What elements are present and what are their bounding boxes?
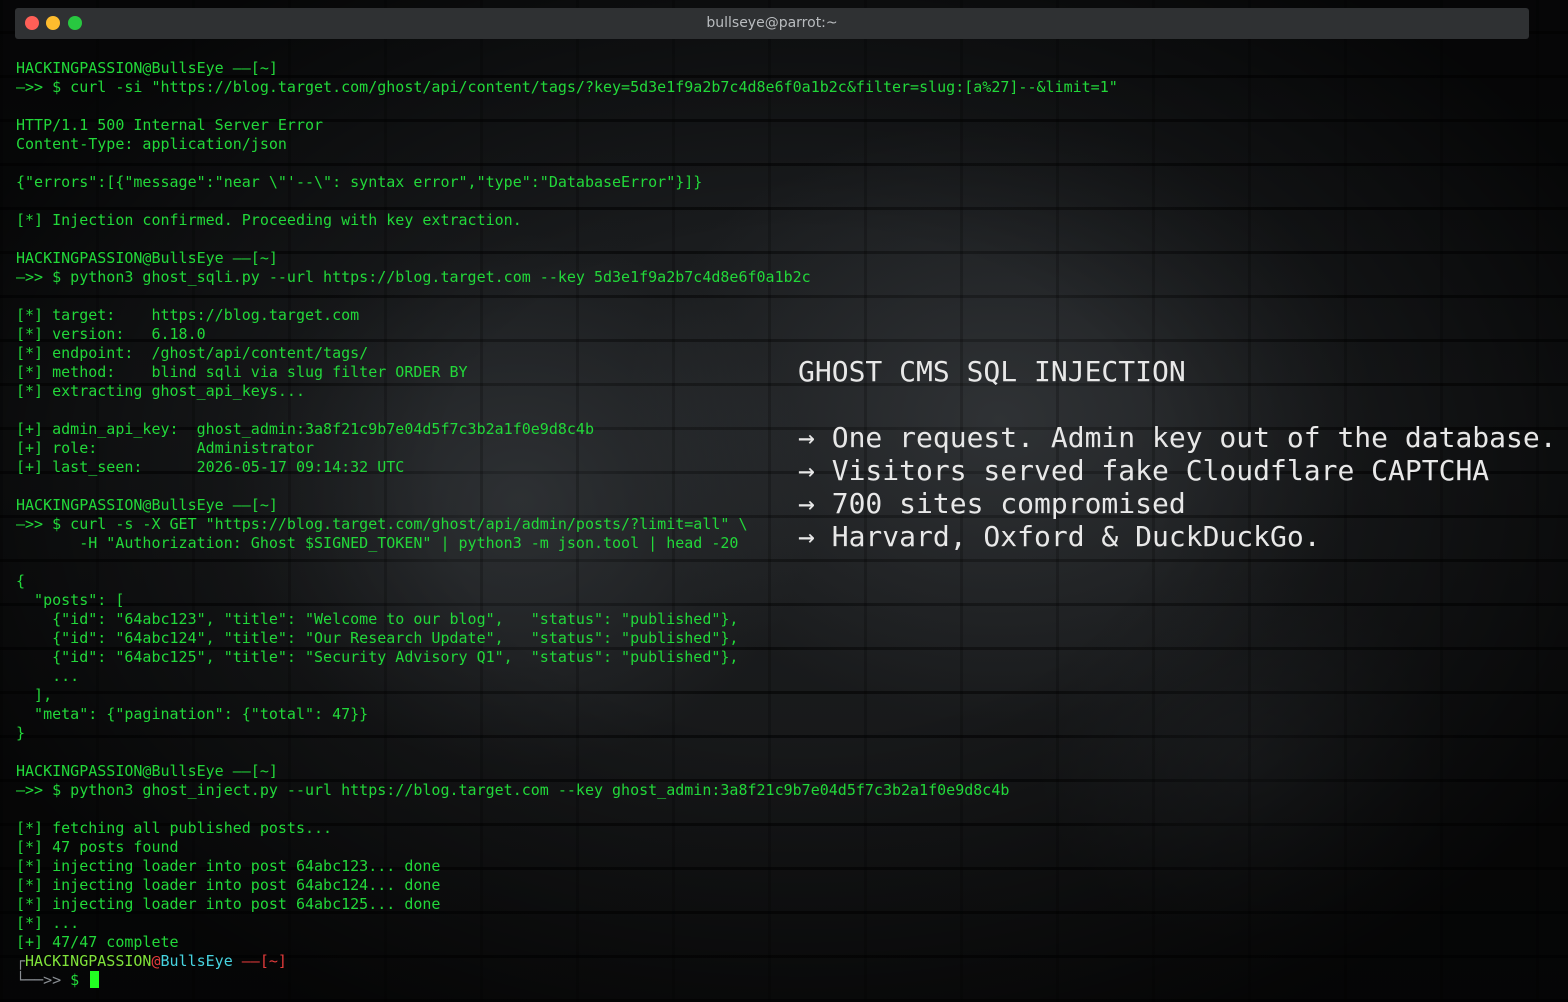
terminal-line: [*] injecting loader into post 64abc123.… [16,857,441,875]
prompt-dir: ——[~] [232,952,287,970]
prompt-host: BullsEye [160,952,233,970]
window-title: bullseye@parrot:~ [706,15,838,31]
terminal-line: "meta": {"pagination": {"total": 47}} [16,705,369,723]
overlay-headline: GHOST CMS SQL INJECTION [798,355,1186,388]
terminal-line: HTTP/1.1 500 Internal Server Error [16,116,324,134]
terminal-line: { [16,572,26,590]
terminal-line: —>> $ python3 ghost_inject.py --url http… [16,781,1010,799]
prompt-corner-top: ┌ [16,952,26,970]
terminal-line: HACKINGPASSION@BullsEye —–[~] [16,249,278,267]
terminal-line: {"errors":[{"message":"near \"'--\": syn… [16,173,703,191]
terminal-line: [*] version: 6.18.0 [16,325,206,343]
overlay-bullets: → One request. Admin key out of the data… [798,421,1557,553]
headline-overlay: GHOST CMS SQL INJECTION → One request. A… [798,355,1557,553]
terminal-line: [*] target: https://blog.target.com [16,306,360,324]
prompt-symbol: $ [61,971,89,989]
terminal-line: [*] ... [16,914,80,932]
terminal-cursor[interactable] [90,971,100,988]
final-prompt-line-2[interactable]: └──>> $ [16,971,1536,990]
prompt-at: @ [151,952,161,970]
overlay-bullet: → Visitors served fake Cloudflare CAPTCH… [798,454,1490,487]
terminal-line: —>> $ python3 ghost_sqli.py --url https:… [16,268,811,286]
terminal-line: —>> $ curl -si "https://blog.target.com/… [16,78,1118,96]
terminal-line: [*] Injection confirmed. Proceeding with… [16,211,522,229]
terminal-line: HACKINGPASSION@BullsEye —–[~] [16,59,278,77]
terminal-line: [*] fetching all published posts... [16,819,333,837]
terminal-line: ], [16,686,53,704]
terminal-line: [*] 47 posts found [16,838,179,856]
prompt-corner-bottom: └──>> [16,971,62,989]
terminal-line: Content-Type: application/json [16,135,287,153]
overlay-bullet: → One request. Admin key out of the data… [798,421,1557,454]
final-prompt-line-1: ┌HACKINGPASSION@BullsEye ——[~] [16,952,1536,971]
terminal-line: } [16,724,26,742]
overlay-bullet: → Harvard, Oxford & DuckDuckGo. [798,520,1321,553]
terminal-line: HACKINGPASSION@BullsEye —–[~] [16,762,278,780]
window-titlebar[interactable]: bullseye@parrot:~ [15,8,1529,39]
prompt-user: HACKINGPASSION [25,952,152,970]
terminal-line: {"id": "64abc125", "title": "Security Ad… [16,648,739,666]
overlay-bullet: → 700 sites compromised [798,487,1186,520]
terminal-line: [*] injecting loader into post 64abc124.… [16,876,441,894]
terminal-line: "posts": [ [16,591,125,609]
terminal-line: [*] injecting loader into post 64abc125.… [16,895,441,913]
terminal-line: ... [16,667,80,685]
terminal-line: {"id": "64abc124", "title": "Our Researc… [16,629,739,647]
terminal-line: [+] 47/47 complete [16,933,179,951]
terminal-line: {"id": "64abc123", "title": "Welcome to … [16,610,739,628]
